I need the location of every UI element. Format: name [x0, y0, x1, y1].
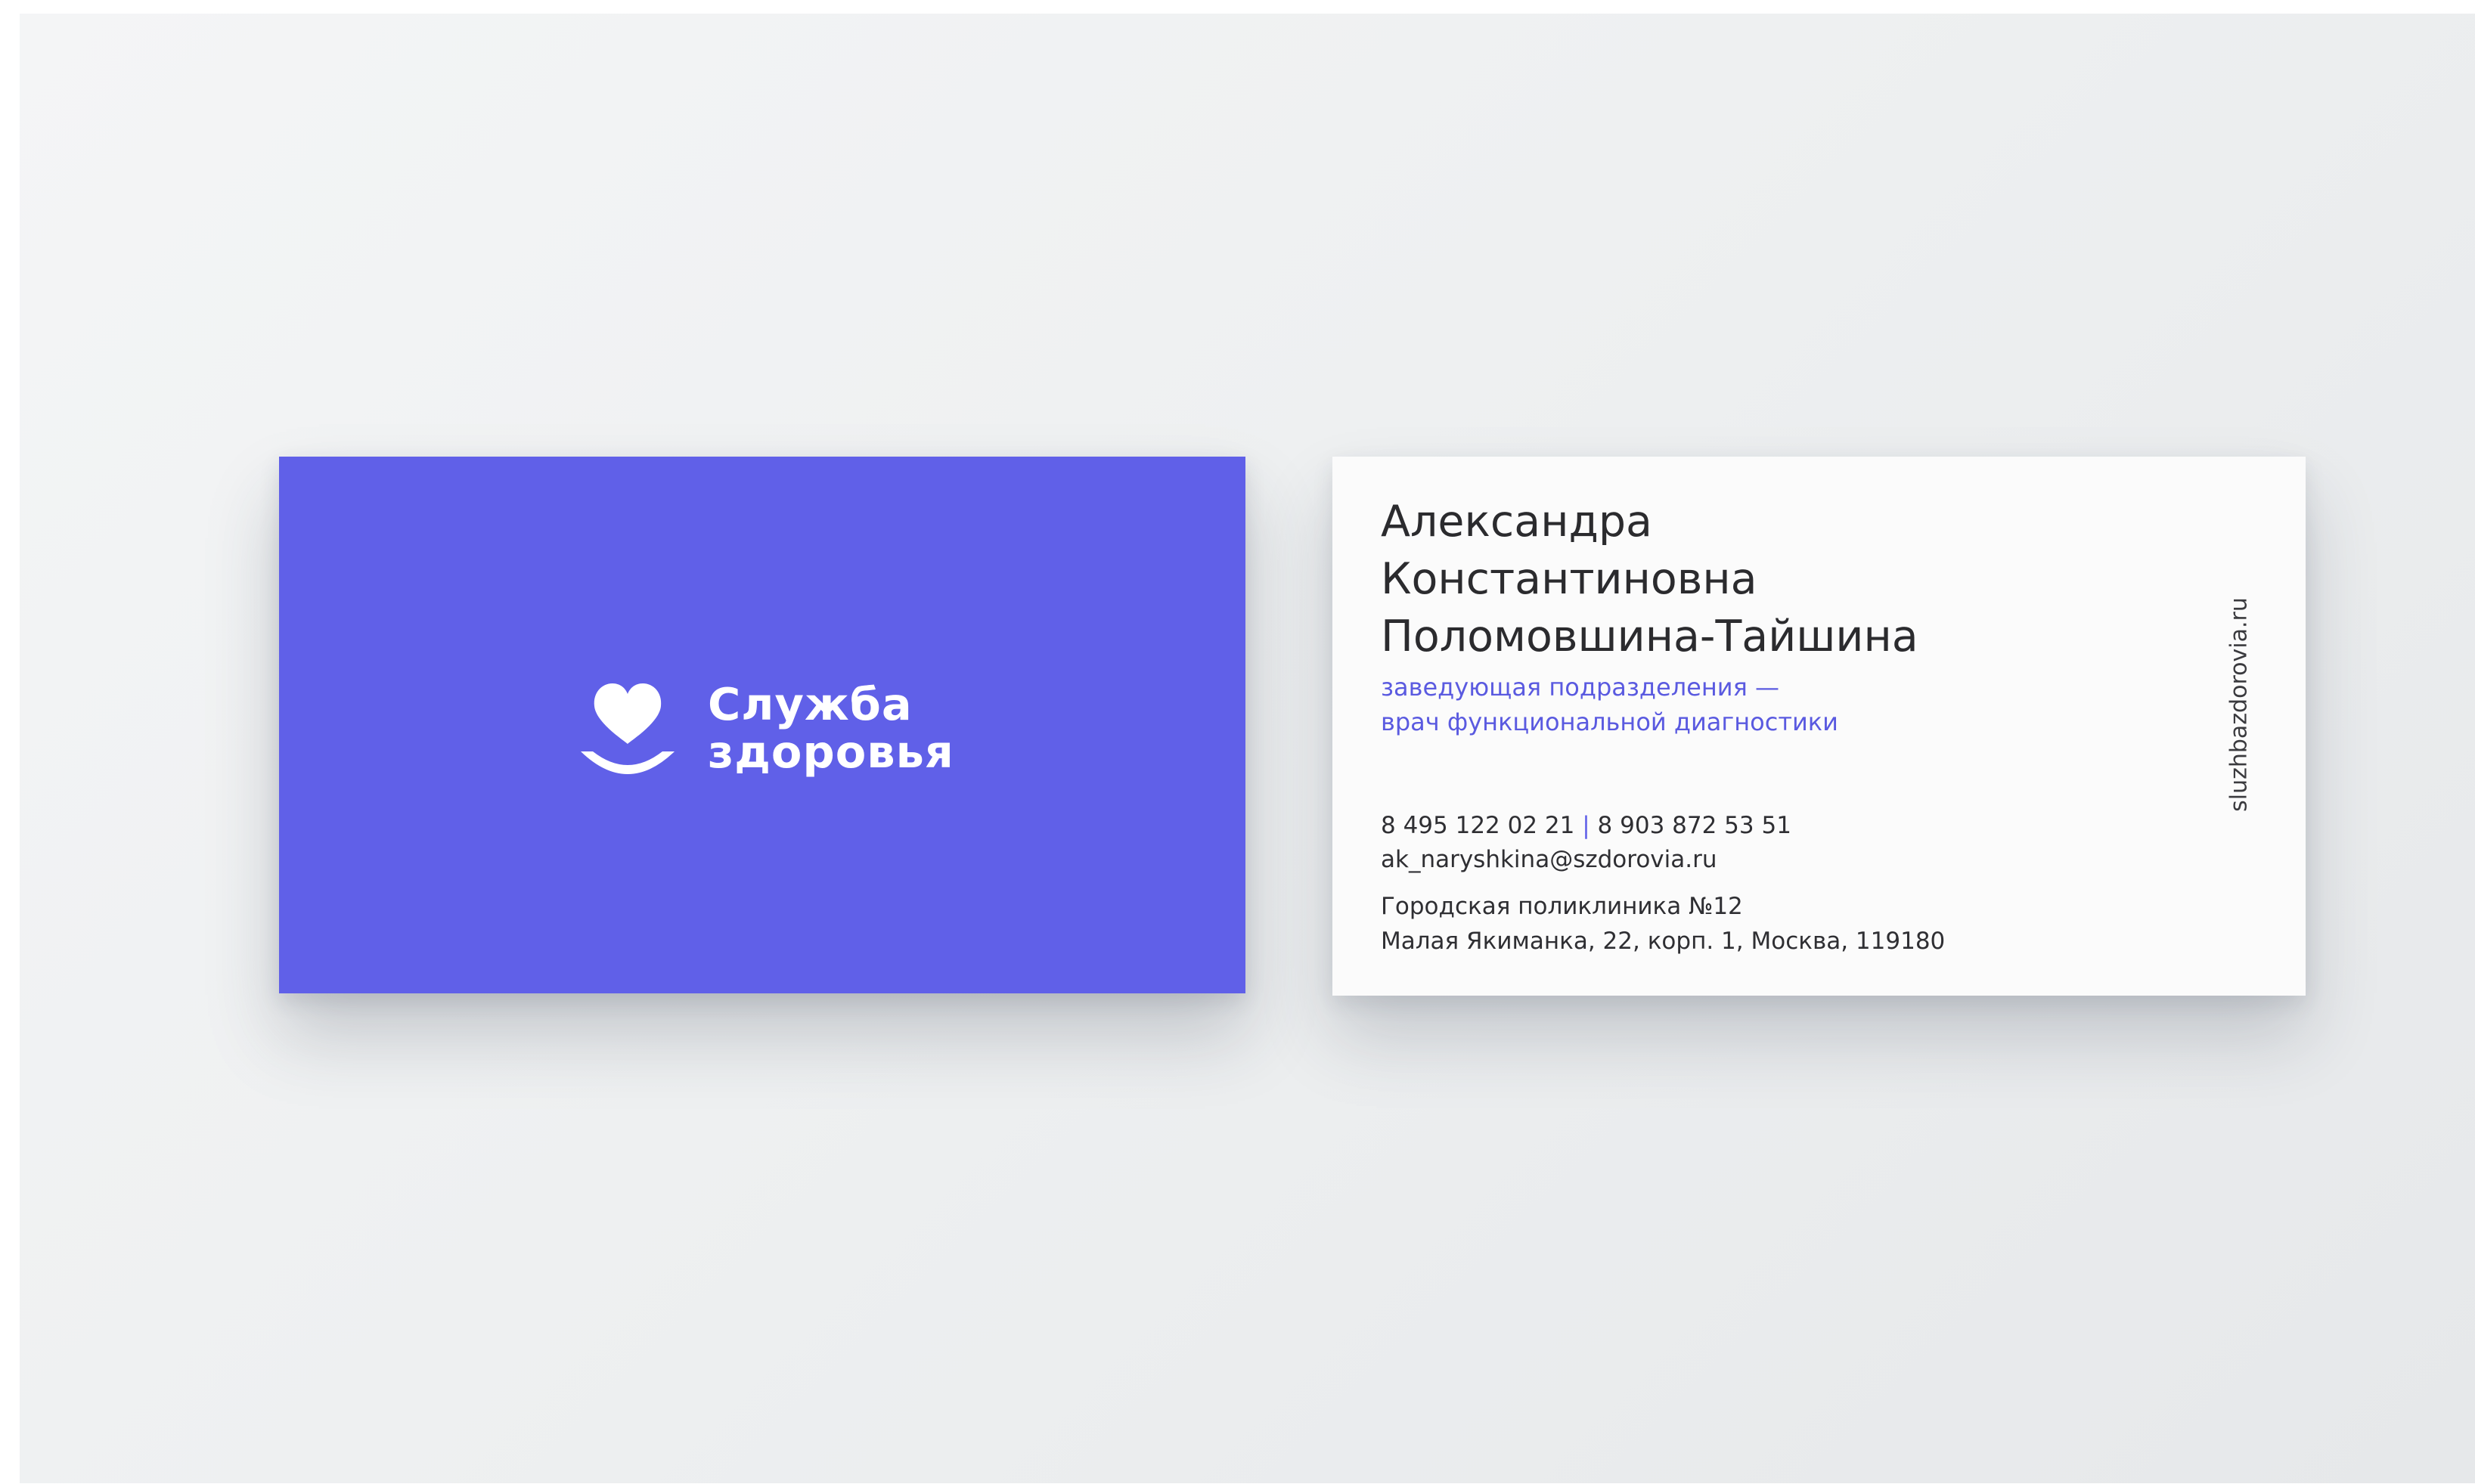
contact-info: 8 495 122 02 21 | 8 903 872 53 51 ak_nar…	[1381, 809, 1791, 877]
logo-line-2: здоровья	[708, 726, 954, 778]
middle-name: Константиновна	[1381, 554, 1757, 604]
email-address: ak_naryshkina@szdorovia.ru	[1381, 846, 1717, 873]
logo-wordmark: Служба здоровья	[708, 680, 954, 776]
job-title: заведующая подразделения — врач функцион…	[1381, 670, 1838, 739]
job-title-line-1: заведующая подразделения —	[1381, 673, 1779, 702]
phone-separator: |	[1582, 812, 1590, 839]
address-block: Городская поликлиника №12 Малая Якиманка…	[1381, 889, 1945, 959]
business-card-back: Александра Константиновна Поломовшина-Та…	[1332, 457, 2306, 996]
service-logo: Служба здоровья	[579, 679, 1003, 785]
first-name: Александра	[1381, 497, 1652, 547]
phone-number-2: 8 903 872 53 51	[1597, 812, 1791, 839]
logo-line-1: Служба	[708, 678, 913, 730]
heart-smile-icon	[581, 683, 675, 774]
business-card-front: Служба здоровья	[279, 457, 1245, 993]
phone-number-1: 8 495 122 02 21	[1381, 812, 1575, 839]
phone-numbers: 8 495 122 02 21 | 8 903 872 53 51	[1381, 809, 1791, 843]
job-title-line-2: врач функциональной диагностики	[1381, 708, 1838, 736]
last-name: Поломовшина-Тайшина	[1381, 612, 1918, 661]
person-name: Александра Константиновна Поломовшина-Та…	[1381, 493, 1918, 665]
organization-name: Городская поликлиника №12	[1381, 893, 1743, 920]
website-url: sluzhbazdorovia.ru	[2225, 597, 2253, 812]
mockup-background: Служба здоровья Александра Константиновн…	[20, 14, 2475, 1483]
street-address: Малая Якиманка, 22, корп. 1, Москва, 119…	[1381, 928, 1946, 955]
